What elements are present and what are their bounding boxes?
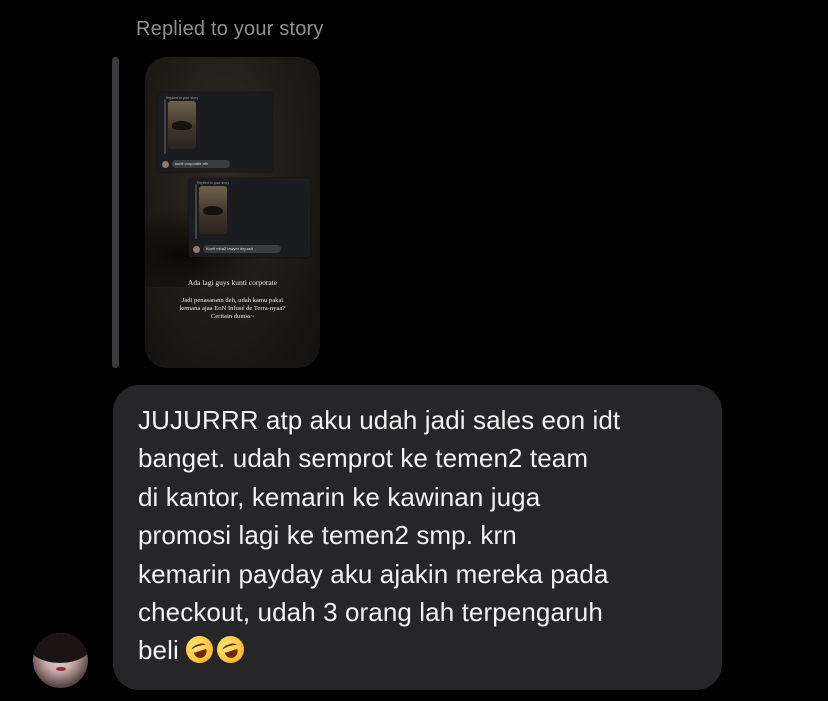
story-caption-line: Jadi penasarann deh, udah kamu pakai (181, 297, 284, 304)
rolling-on-floor-laughing-icon (213, 632, 248, 667)
mini-card-avatar (193, 246, 200, 253)
message-line: checkout, udah 3 orang lah terpengaruh (138, 597, 603, 628)
mini-card-bubble: Kunti mba2 lawyer deposit (203, 245, 281, 253)
mini-card-reply-bar (195, 184, 197, 239)
mini-card-story-image (199, 186, 227, 234)
mini-card-header: Replied to your story (197, 181, 230, 185)
story-caption-body: Jadi penasarann deh, udah kamu pakai kem… (155, 297, 310, 321)
story-mini-reply-card-2: Replied to your story Kunti mba2 lawyer … (189, 178, 310, 257)
message-text: JUJURRR atp aku udah jadi sales eon idt … (138, 401, 706, 670)
reply-quote-bar (112, 57, 119, 368)
mini-card-avatar (162, 161, 169, 168)
story-caption-title: Ada lagi guys kunti corporate (187, 278, 278, 287)
story-caption-line: kemana ajaa EoN Infusé de Terra-nyaa? (179, 305, 286, 312)
mini-card-reply-bar (164, 99, 166, 154)
mini-card-header: Replied to your story (166, 96, 199, 100)
mini-card-story-image (168, 101, 196, 149)
message-line: beli (138, 635, 179, 666)
message-line: banget. udah semprot ke temen2 team (138, 443, 589, 474)
rolling-on-floor-laughing-icon (182, 632, 217, 667)
message-line: kemarin payday aku ajakin mereka pada (138, 558, 609, 589)
story-mini-reply-card-1: Replied to your story kunti corporate ni… (158, 93, 272, 172)
replied-to-story-label: Replied to your story (136, 18, 324, 40)
mini-card-bubble: kunti corporate nih (172, 160, 230, 168)
story-preview-thumbnail[interactable]: Replied to your story kunti corporate ni… (145, 57, 320, 368)
message-last-line: beli (138, 631, 706, 669)
message-line: JUJURRR atp aku udah jadi sales eon idt (138, 405, 621, 435)
sender-avatar[interactable] (33, 633, 88, 688)
message-line: promosi lagi ke temen2 smp. krn (138, 520, 517, 551)
message-line: di kantor, kemarin ke kawinan juga (138, 481, 541, 512)
story-caption-line: Ceritain dumss~ (210, 313, 255, 320)
